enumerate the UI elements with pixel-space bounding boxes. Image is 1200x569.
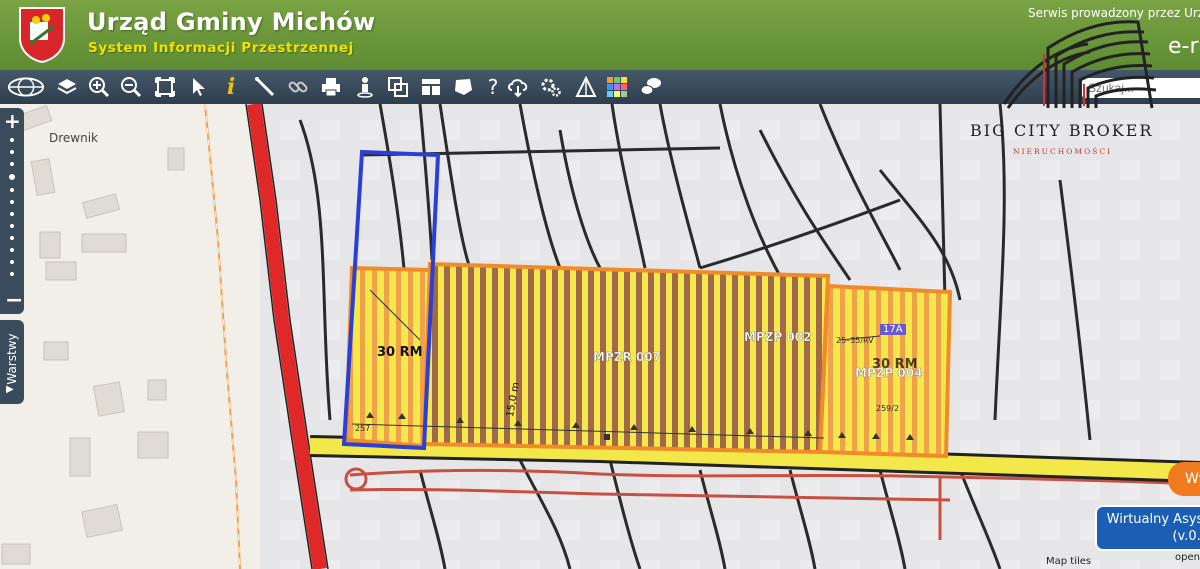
zoom-step[interactable] [10,138,14,142]
zoom-handle[interactable] [9,174,15,180]
zoom-step[interactable] [10,272,14,276]
zoom-step[interactable] [10,212,14,216]
streetview-icon[interactable] [352,74,378,100]
info-icon[interactable]: i [218,74,244,100]
zoom-slider[interactable]: + − [0,108,24,314]
measure-distance-icon[interactable] [252,74,278,100]
select-pointer-icon[interactable] [186,74,212,100]
chat-icon[interactable] [638,74,664,100]
map-tiles-attribution: Map tiles [1046,556,1092,567]
assistant-label: Wirtualny Asys [1106,512,1200,527]
watermark-name: BIG CITY BROKER [970,121,1154,140]
watermark-subtitle: NIERUCHOMOŚCI [1013,147,1113,156]
zoom-step[interactable] [10,224,14,228]
cloud-download-icon[interactable] [505,74,531,100]
app-title: Urząd Gminy Michów [87,8,376,36]
place-label: Drewnik [49,131,98,145]
zone-label: MPZP 002 [744,330,812,344]
parcel-number: 25–35/RV [836,336,874,345]
app-subtitle: System Informacji Przestrzennej [88,40,354,56]
assistant-version: (v.0.4 [1172,529,1200,544]
zoom-step[interactable] [10,236,14,240]
zoom-step[interactable] [10,162,14,166]
zone-code-badge: 17A [880,324,906,335]
zoom-step[interactable] [10,260,14,264]
map-logo-icon[interactable] [6,74,46,100]
virtual-assistant-button[interactable]: Wirtualny Asys (v.0.4 [1095,505,1200,551]
zone-label: 30 RM [872,357,918,372]
help-icon[interactable]: ? [480,74,506,100]
compare-icon[interactable] [385,74,411,100]
link-icon[interactable] [285,74,311,100]
layout-icon[interactable] [418,74,444,100]
zoom-out-button[interactable]: − [5,288,23,313]
settings-icon[interactable] [538,74,564,100]
parcel-number: 259/2 [876,404,900,413]
zone-label: MPZR 007 [593,350,661,364]
color-grid-icon[interactable] [604,74,630,100]
openstreetmap-link[interactable]: open [1175,552,1200,563]
zoom-step[interactable] [10,200,14,204]
3d-terrain-icon[interactable] [573,74,599,100]
coat-of-arms-icon [19,7,65,64]
zoom-step[interactable] [10,188,14,192]
zoom-in-button[interactable]: + [4,109,21,133]
zoom-out-icon[interactable] [118,74,144,100]
parcel-number: 257 [355,424,371,433]
zoom-extent-icon[interactable] [152,74,178,100]
layers-icon[interactable] [54,74,80,100]
map-graphics [0,104,1200,569]
zoom-in-icon[interactable] [86,74,112,100]
zone-label: 30 RM [377,345,423,360]
shape-icon[interactable] [450,74,476,100]
search-results-button[interactable]: Wy [1168,462,1200,496]
layers-panel-tab[interactable]: Warstwy ▶ [0,320,24,404]
map-canvas[interactable]: Drewnik 30 RM MPZR 007 MPZP 002 MPZP 004… [0,104,1200,569]
zoom-step[interactable] [10,248,14,252]
expand-arrow-icon: ▶ [6,384,14,395]
zoom-step[interactable] [10,150,14,154]
layers-tab-label: Warstwy [5,333,19,385]
print-icon[interactable] [318,74,344,100]
